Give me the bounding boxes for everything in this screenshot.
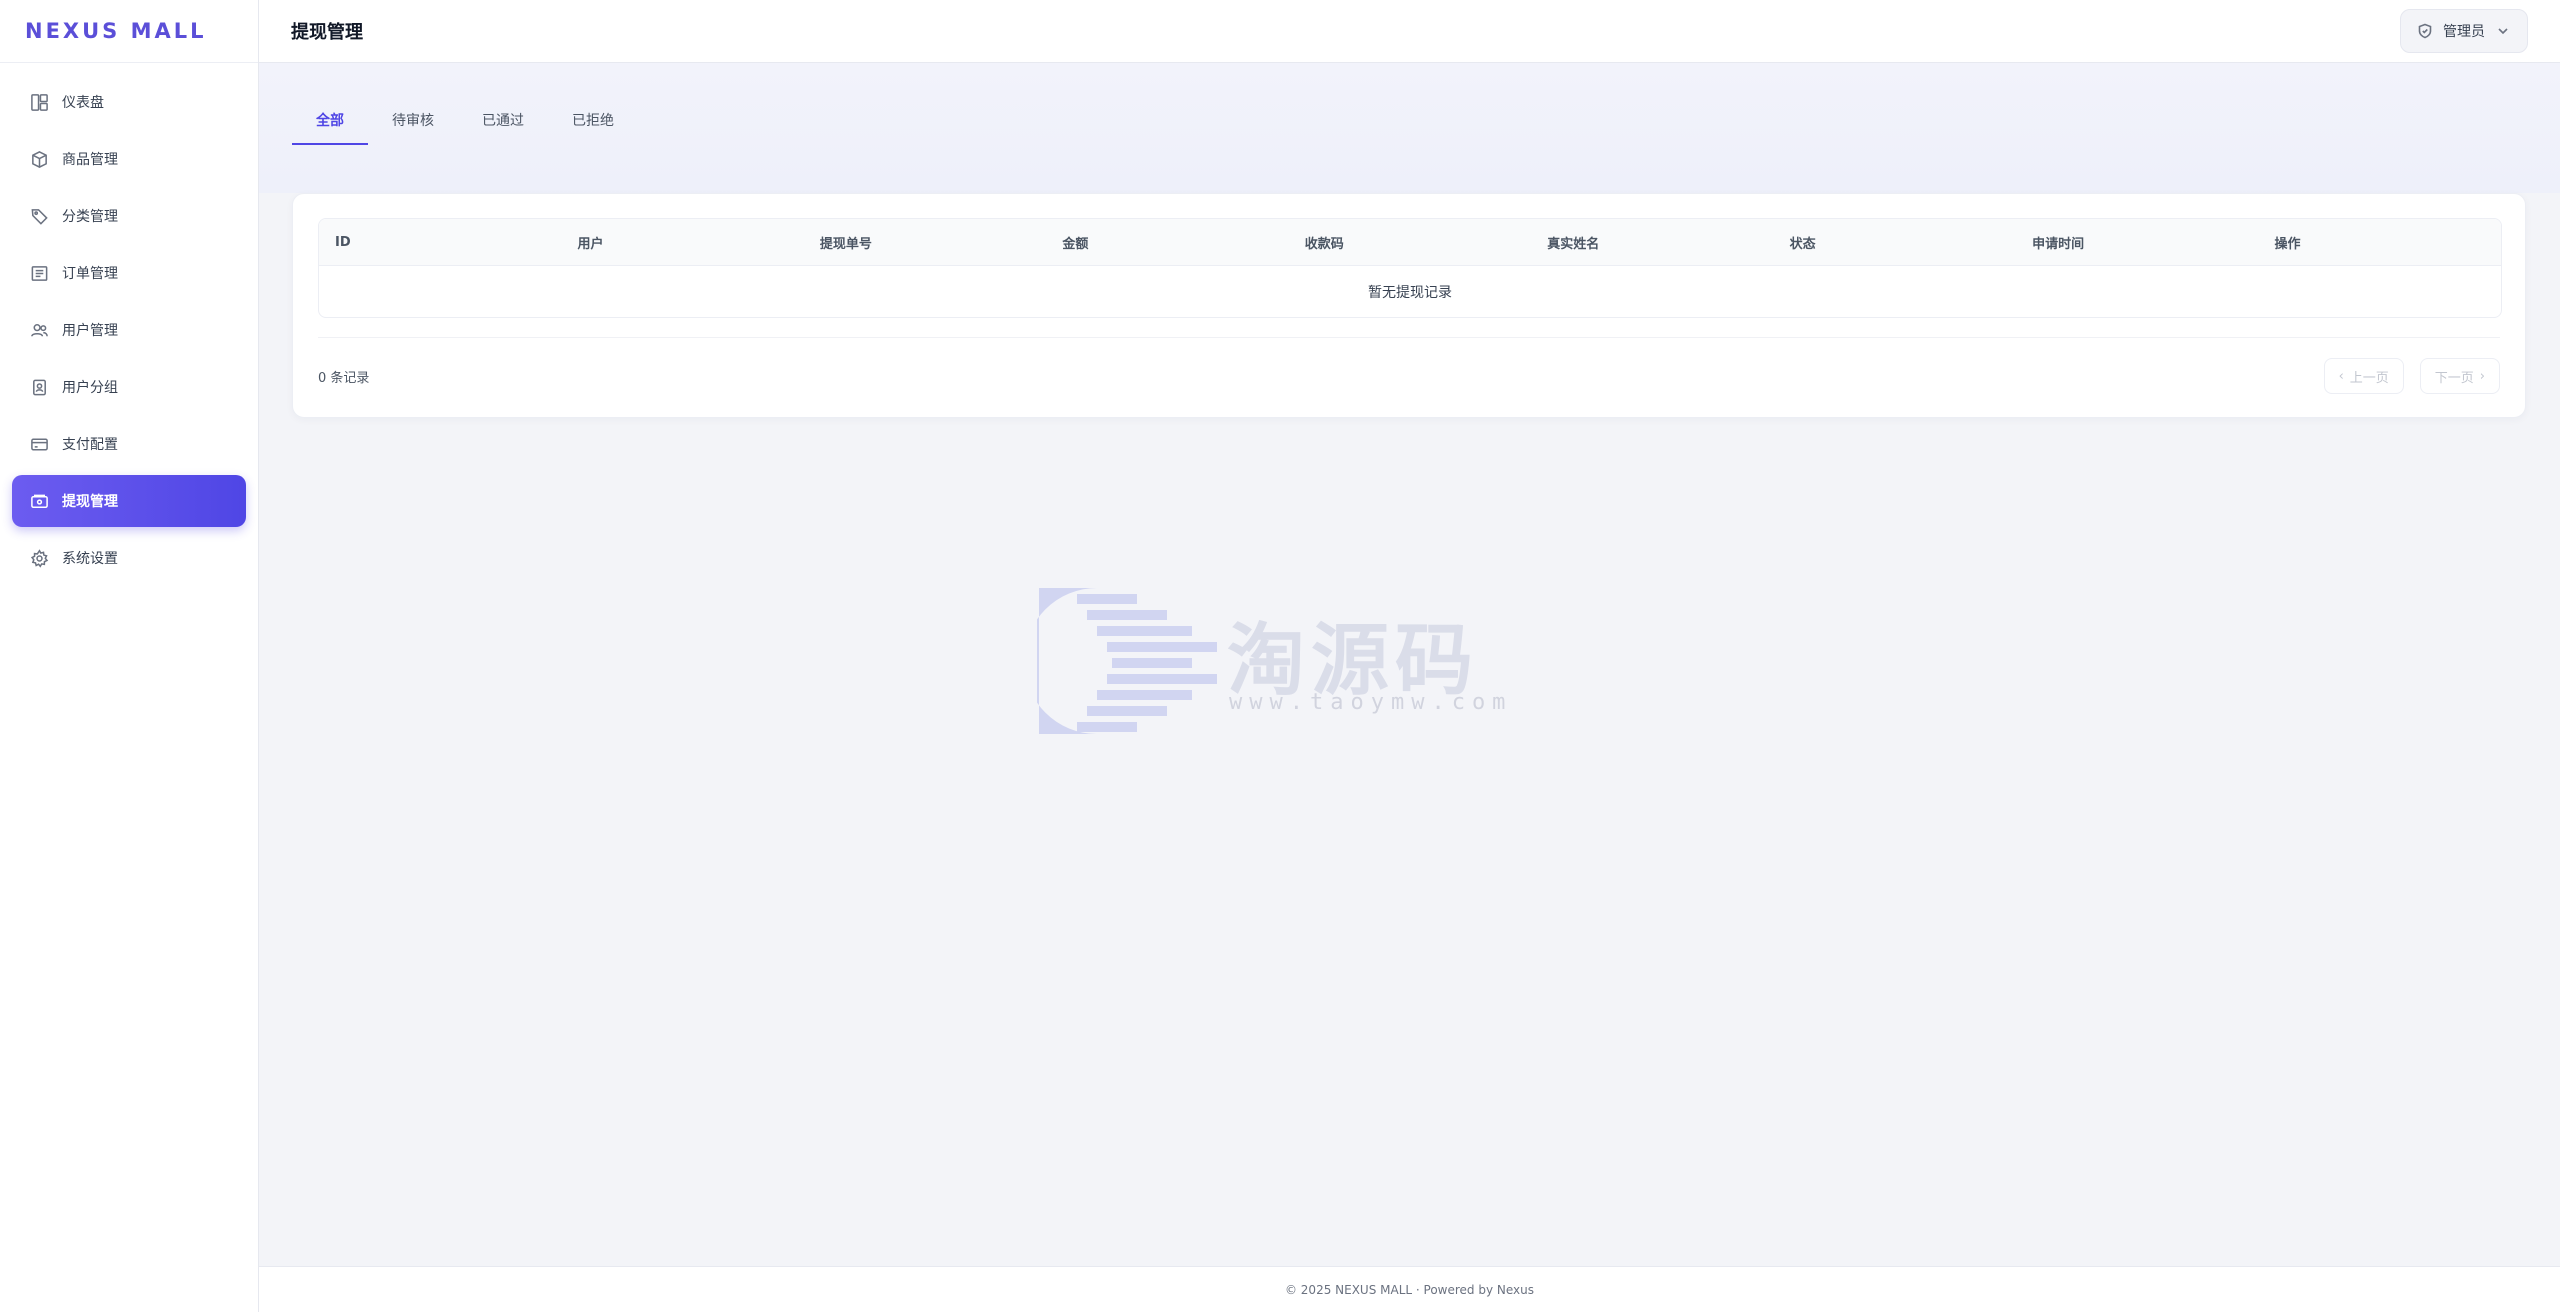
page-footer: © 2025 NEXUS MALL · Powered by Nexus	[259, 1266, 2560, 1312]
prev-page-button[interactable]: ‹ 上一页	[2323, 358, 2404, 394]
sidebar-item-withdrawals[interactable]: 提现管理	[12, 475, 246, 527]
sidebar-item-dashboard[interactable]: 仪表盘	[12, 76, 246, 128]
sidebar-item-label: 商品管理	[62, 152, 118, 168]
column-header-actions: 操作	[2274, 236, 2301, 252]
watermark: 淘源码 www.taoymw.com	[1024, 588, 1521, 736]
column-header-payment-code: 收款码	[1304, 236, 1344, 252]
chevron-right-icon: ›	[2479, 368, 2485, 384]
withdrawals-table: ID 用户 提现单号 金额 收款码 真实姓名 状态 申请时间 操作 暂无提现记录	[318, 218, 2502, 318]
withdrawals-card: ID 用户 提现单号 金额 收款码 真实姓名 状态 申请时间 操作 暂无提现记录…	[292, 193, 2526, 418]
column-header-status: 状态	[1789, 236, 1816, 252]
user-badge-icon	[29, 377, 49, 397]
sidebar-item-label: 用户管理	[62, 323, 118, 339]
sidebar-item-label: 系统设置	[62, 551, 118, 567]
prev-page-label: 上一页	[2349, 370, 2389, 386]
users-icon	[29, 320, 49, 340]
sidebar-item-payment[interactable]: 支付配置	[12, 418, 246, 470]
sidebar-item-label: 支付配置	[62, 437, 118, 453]
column-header-user: 用户	[577, 236, 604, 252]
sidebar: NEXUS MALL 仪表盘 商品管理 分类管理 订单管理 用户管理 用户分组 …	[0, 0, 259, 1312]
brand-name: NEXUS MALL	[25, 19, 207, 43]
column-header-order-no: 提现单号	[819, 236, 872, 252]
column-header-real-name: 真实姓名	[1547, 236, 1600, 252]
app-root: NEXUS MALL 仪表盘 商品管理 分类管理 订单管理 用户管理 用户分组 …	[0, 0, 2560, 1312]
sidebar-item-products[interactable]: 商品管理	[12, 133, 246, 185]
watermark-url: www.taoymw.com	[1229, 690, 1513, 715]
next-page-button[interactable]: 下一页 ›	[2419, 358, 2500, 394]
table-footer: 0 条记录 ‹ 上一页 下一页 ›	[318, 356, 2500, 396]
user-menu-button[interactable]: 管理员	[2400, 9, 2528, 53]
wallet-icon	[29, 491, 49, 511]
shield-icon	[2418, 23, 2432, 39]
sidebar-item-label: 提现管理	[62, 494, 118, 510]
table-header: ID 用户 提现单号 金额 收款码 真实姓名 状态 申请时间 操作	[319, 219, 2501, 266]
page-title: 提现管理	[291, 22, 363, 43]
tab-all[interactable]: 全部	[292, 103, 368, 145]
chevron-left-icon: ‹	[2338, 368, 2344, 384]
sidebar-item-label: 仪表盘	[62, 95, 104, 111]
next-page-label: 下一页	[2434, 370, 2474, 386]
gear-icon	[29, 548, 49, 568]
user-name: 管理员	[2443, 24, 2485, 40]
column-header-id: ID	[335, 234, 351, 250]
sidebar-item-label: 分类管理	[62, 209, 118, 225]
sidebar-item-orders[interactable]: 订单管理	[12, 247, 246, 299]
footer-text: © 2025 NEXUS MALL · Powered by Nexus	[1284, 1282, 1534, 1297]
status-tabs: 全部 待审核 已通过 已拒绝	[292, 103, 638, 145]
sidebar-nav: 仪表盘 商品管理 分类管理 订单管理 用户管理 用户分组 支付配置 提现管理 系…	[0, 63, 258, 584]
sidebar-item-user-groups[interactable]: 用户分组	[12, 361, 246, 413]
pagination: ‹ 上一页 下一页 ›	[2323, 358, 2500, 394]
list-icon	[29, 263, 49, 283]
tab-rejected[interactable]: 已拒绝	[548, 103, 638, 145]
watermark-logo-icon	[1024, 588, 1217, 734]
chevron-down-icon	[2498, 28, 2508, 35]
column-header-apply-time: 申请时间	[2032, 236, 2085, 252]
brand-logo[interactable]: NEXUS MALL	[0, 0, 258, 63]
column-header-amount: 金额	[1062, 236, 1089, 252]
card-icon	[29, 434, 49, 454]
record-count: 0 条记录	[318, 370, 370, 386]
box-icon	[29, 149, 49, 169]
sidebar-item-users[interactable]: 用户管理	[12, 304, 246, 356]
tab-pending[interactable]: 待审核	[368, 103, 458, 145]
tab-approved[interactable]: 已通过	[458, 103, 548, 145]
sidebar-item-settings[interactable]: 系统设置	[12, 532, 246, 584]
divider	[318, 337, 2500, 338]
top-header: 提现管理 管理员	[259, 0, 2560, 63]
dashboard-icon	[29, 92, 49, 112]
sidebar-item-label: 订单管理	[62, 266, 118, 282]
sidebar-item-label: 用户分组	[62, 380, 118, 396]
sidebar-item-categories[interactable]: 分类管理	[12, 190, 246, 242]
empty-state: 暂无提现记录	[1368, 284, 1452, 301]
tag-icon	[29, 206, 49, 226]
